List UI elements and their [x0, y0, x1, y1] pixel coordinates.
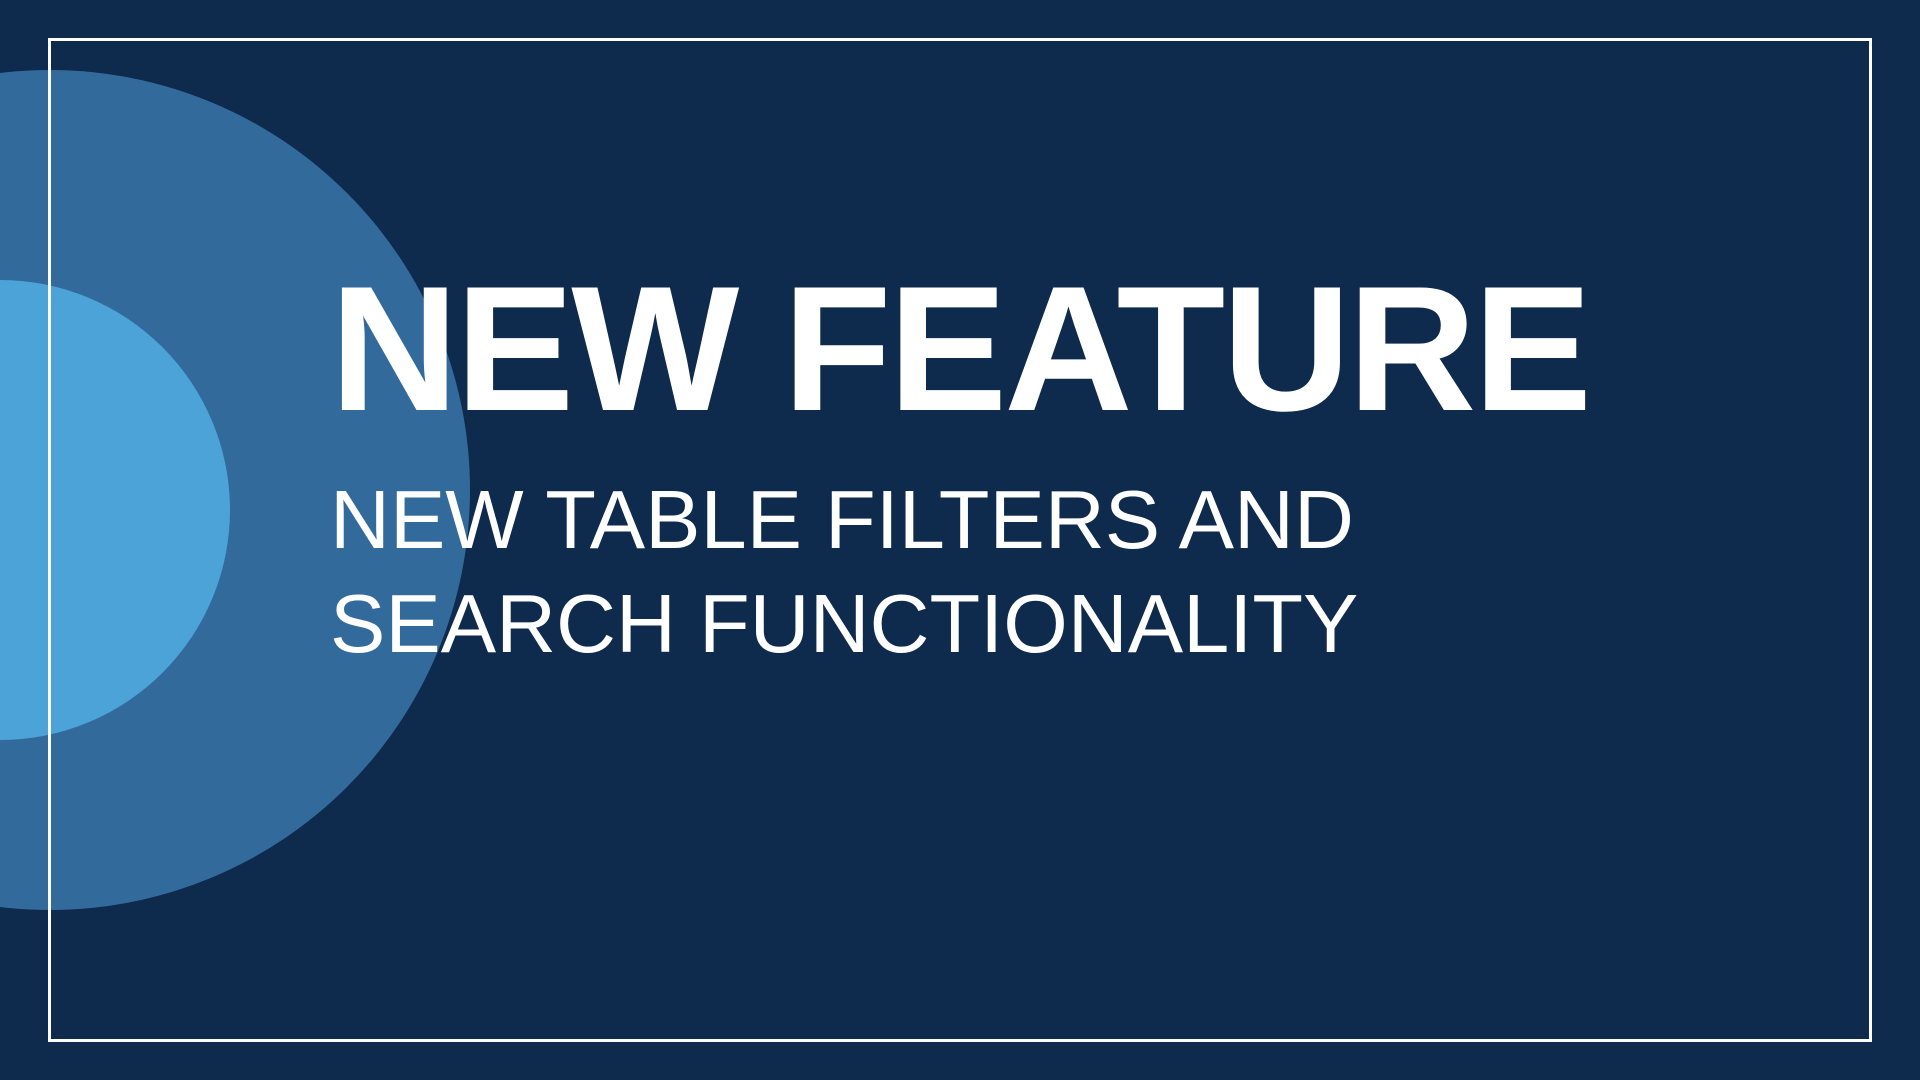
subheading-line-2: SEARCH FUNCTIONALITY: [330, 572, 1589, 676]
banner-heading: NEW FEATURE: [330, 260, 1589, 438]
banner-subheading: NEW TABLE FILTERS AND SEARCH FUNCTIONALI…: [330, 468, 1589, 676]
subheading-line-1: NEW TABLE FILTERS AND: [330, 468, 1589, 572]
banner-content: NEW FEATURE NEW TABLE FILTERS AND SEARCH…: [330, 260, 1589, 676]
